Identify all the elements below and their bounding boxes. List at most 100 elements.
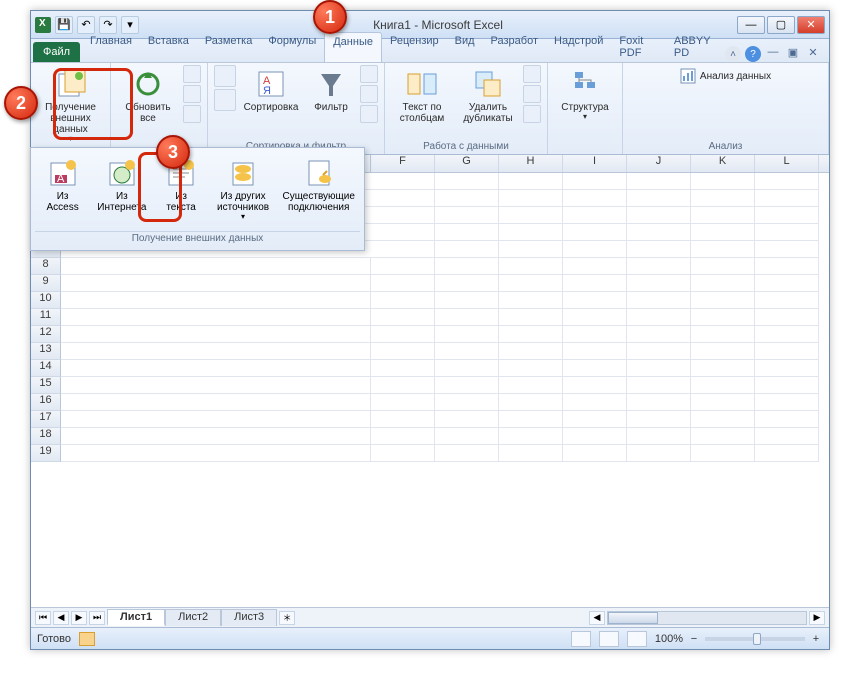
cell[interactable]	[435, 411, 499, 428]
cell[interactable]	[371, 360, 435, 377]
column-header-J[interactable]: J	[627, 155, 691, 172]
column-header-I[interactable]: I	[563, 155, 627, 172]
cell[interactable]	[755, 394, 819, 411]
row-header[interactable]: 16	[31, 394, 61, 411]
cell[interactable]	[691, 275, 755, 292]
view-normal-button[interactable]	[571, 631, 591, 647]
filter-button[interactable]: Фильтр	[306, 65, 356, 116]
maximize-button[interactable]: ▢	[767, 16, 795, 34]
text-to-columns-button[interactable]: Текст по столбцам	[391, 65, 453, 127]
tab-разработ[interactable]: Разработ	[483, 32, 546, 62]
cell[interactable]	[371, 309, 435, 326]
qat-custom[interactable]: ▾	[121, 16, 139, 34]
cell[interactable]	[627, 309, 691, 326]
cell[interactable]	[499, 411, 563, 428]
tab-foxit pdf[interactable]: Foxit PDF	[611, 32, 665, 62]
doc-close-icon[interactable]: ✕	[805, 46, 821, 62]
cell[interactable]	[755, 428, 819, 445]
cell[interactable]	[627, 343, 691, 360]
tab-abbyy pd[interactable]: ABBYY PD	[666, 32, 725, 62]
cell[interactable]	[755, 445, 819, 462]
help-icon[interactable]: ?	[745, 46, 761, 62]
cell[interactable]	[627, 377, 691, 394]
row-header[interactable]: 9	[31, 275, 61, 292]
cell[interactable]	[435, 326, 499, 343]
cell[interactable]	[691, 377, 755, 394]
cell[interactable]	[499, 394, 563, 411]
cell[interactable]	[563, 428, 627, 445]
cell[interactable]	[691, 190, 755, 207]
cell[interactable]	[499, 241, 563, 258]
doc-minimize-icon[interactable]: —	[765, 46, 781, 62]
cell[interactable]	[435, 377, 499, 394]
row-header[interactable]: 8	[31, 258, 61, 275]
data-validation-btn[interactable]	[523, 65, 541, 83]
cell[interactable]	[755, 190, 819, 207]
cell[interactable]	[755, 377, 819, 394]
advanced-filter-btn[interactable]	[360, 105, 378, 123]
cell[interactable]	[755, 224, 819, 241]
cell[interactable]	[755, 326, 819, 343]
sort-button[interactable]: АЯ Сортировка	[240, 65, 302, 116]
tab-формулы[interactable]: Формулы	[260, 32, 324, 62]
cell[interactable]	[435, 275, 499, 292]
sheet-nav-prev[interactable]: ◀	[53, 611, 69, 625]
sort-desc-button[interactable]	[214, 89, 236, 111]
row-header[interactable]: 11	[31, 309, 61, 326]
data-analysis-button[interactable]: Анализ данных	[673, 65, 778, 87]
row-header[interactable]: 12	[31, 326, 61, 343]
cell[interactable]	[371, 445, 435, 462]
cell[interactable]	[435, 241, 499, 258]
cell[interactable]	[691, 445, 755, 462]
cell[interactable]	[499, 207, 563, 224]
cell[interactable]	[691, 224, 755, 241]
cell[interactable]	[371, 190, 435, 207]
refresh-all-button[interactable]: Обновить все	[117, 65, 179, 127]
cell[interactable]	[691, 258, 755, 275]
cell[interactable]	[499, 326, 563, 343]
cell[interactable]	[499, 173, 563, 190]
cell[interactable]	[755, 309, 819, 326]
cell[interactable]	[499, 309, 563, 326]
cell[interactable]	[371, 292, 435, 309]
cell[interactable]	[627, 207, 691, 224]
cell[interactable]	[755, 241, 819, 258]
view-layout-button[interactable]	[599, 631, 619, 647]
column-header-G[interactable]: G	[435, 155, 499, 172]
cell[interactable]	[563, 394, 627, 411]
cell[interactable]	[371, 377, 435, 394]
cell[interactable]	[755, 343, 819, 360]
cell[interactable]	[627, 411, 691, 428]
sheet-tab-Лист1[interactable]: Лист1	[107, 609, 165, 626]
existing-conn-button[interactable]: Существующие подключения	[277, 152, 360, 227]
hscroll-left[interactable]: ◀	[589, 611, 605, 625]
from-other-button[interactable]: Из других источников▾	[213, 152, 274, 227]
cell[interactable]	[691, 241, 755, 258]
column-header-F[interactable]: F	[371, 155, 435, 172]
remove-duplicates-button[interactable]: Удалить дубликаты	[457, 65, 519, 127]
cell[interactable]	[435, 258, 499, 275]
cell[interactable]	[691, 394, 755, 411]
cell[interactable]	[435, 207, 499, 224]
cell[interactable]	[627, 190, 691, 207]
cell[interactable]	[563, 190, 627, 207]
cell[interactable]	[499, 258, 563, 275]
cell[interactable]	[371, 411, 435, 428]
cell[interactable]	[691, 411, 755, 428]
cell[interactable]	[627, 445, 691, 462]
macro-record-icon[interactable]	[79, 632, 95, 646]
qat-redo[interactable]: ↷	[99, 16, 117, 34]
cell[interactable]	[691, 173, 755, 190]
cell[interactable]	[563, 326, 627, 343]
column-header-K[interactable]: K	[691, 155, 755, 172]
cell[interactable]	[499, 275, 563, 292]
tab-надстрой[interactable]: Надстрой	[546, 32, 611, 62]
cell[interactable]	[563, 224, 627, 241]
sheet-nav-last[interactable]: ⏭	[89, 611, 105, 625]
sheet-nav-next[interactable]: ▶	[71, 611, 87, 625]
cell[interactable]	[755, 411, 819, 428]
zoom-slider[interactable]	[705, 637, 805, 641]
cell[interactable]	[371, 207, 435, 224]
cell[interactable]	[563, 275, 627, 292]
from-access-button[interactable]: AИз Access	[35, 152, 90, 227]
